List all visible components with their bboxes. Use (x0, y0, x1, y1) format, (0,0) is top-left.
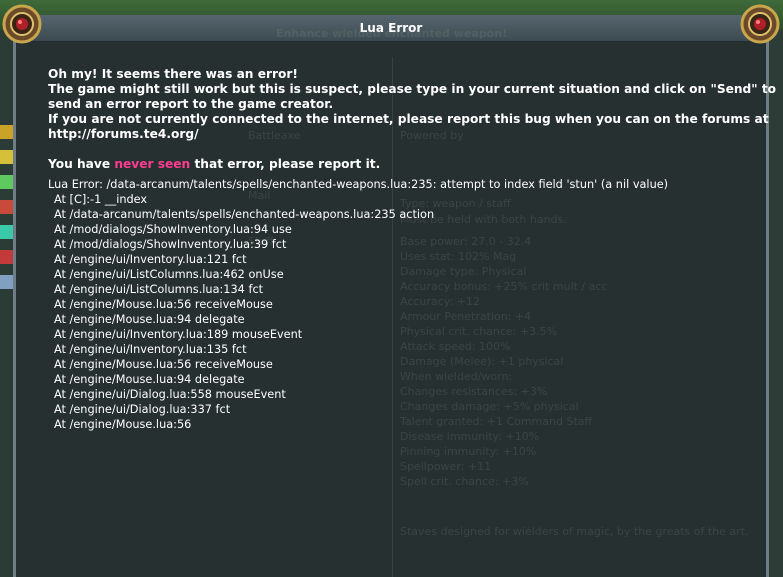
stack-frames: At [C]:-1 __index At /data-arcanum/talent… (48, 192, 768, 432)
game-right-panel (769, 30, 783, 577)
stack-frame: At /engine/ui/ListColumns.lua:462 onUse (54, 268, 284, 281)
offline-note: If you are not currently connected to th… (48, 112, 769, 126)
stack-frame: At /engine/Mouse.lua:94 delegate (54, 313, 245, 326)
stack-frame: At [C]:-1 __index (54, 193, 148, 206)
left-panel-marker (0, 275, 14, 289)
stack-frame: At /engine/ui/Inventory.lua:121 fct (54, 253, 247, 266)
background-item-line: Staves designed for wielders of magic, b… (400, 525, 749, 538)
left-panel-marker (0, 250, 14, 264)
error-line: Lua Error: /data-arcanum/talents/spells/… (48, 178, 669, 191)
error-explanation: The game might still work but this is su… (48, 82, 777, 96)
stack-frame: At /engine/ui/Dialog.lua:337 fct (54, 403, 231, 416)
stack-frame: At /engine/ui/Inventory.lua:189 mouseEve… (54, 328, 303, 341)
stack-frame: At /engine/Mouse.lua:94 delegate (54, 373, 245, 386)
background-item-line: Pinning immunity: +10% (400, 445, 537, 458)
stack-frame: At /data-arcanum/talents/spells/enchante… (54, 208, 435, 221)
report-suffix: that error, please report it. (190, 157, 381, 171)
ornament-corner-icon (740, 4, 780, 44)
left-panel-marker (0, 125, 14, 139)
background-header: Enhance wielded enchanted weapon! (276, 27, 508, 40)
stack-frame: At /engine/Mouse.lua:56 receiveMouse (54, 298, 273, 311)
report-highlight: never seen (114, 157, 191, 171)
ornament-corner-icon (2, 4, 42, 44)
left-panel-marker (0, 150, 14, 164)
report-prefix: You have (48, 157, 115, 171)
left-panel-marker (0, 225, 14, 239)
game-left-panel (0, 30, 14, 577)
stack-frame: At /engine/Mouse.lua:56 receiveMouse (54, 358, 273, 371)
stack-frame: At /engine/Mouse.lua:56 (54, 418, 192, 431)
forum-link[interactable]: http://forums.te4.org/ (48, 127, 768, 142)
lua-error-dialog: Lua Error Enhance wielded enchanted weap… (2, 4, 780, 577)
background-item-line: Spell crit. chance: +3% (400, 475, 529, 488)
stack-frame: At /mod/dialogs/ShowInventory.lua:94 use (54, 223, 292, 236)
error-message: Oh my! It seems there was an error! The … (48, 67, 777, 432)
stack-frame: At /engine/ui/Inventory.lua:135 fct (54, 343, 247, 356)
left-panel-marker (0, 200, 14, 214)
stack-frame: At /mod/dialogs/ShowInventory.lua:39 fct (54, 238, 287, 251)
error-explanation-cont: send an error report to the game creator… (48, 97, 334, 111)
background-item-line: Spellpower: +11 (400, 460, 492, 473)
error-intro: Oh my! It seems there was an error! (48, 67, 298, 81)
stack-frame: At /engine/ui/ListColumns.lua:134 fct (54, 283, 264, 296)
stack-trace: Lua Error: /data-arcanum/talents/spells/… (48, 177, 768, 432)
stack-frame: At /engine/ui/Dialog.lua:558 mouseEvent (54, 388, 286, 401)
report-notice: You have never seen that error, please r… (48, 157, 768, 172)
left-panel-marker (0, 175, 14, 189)
